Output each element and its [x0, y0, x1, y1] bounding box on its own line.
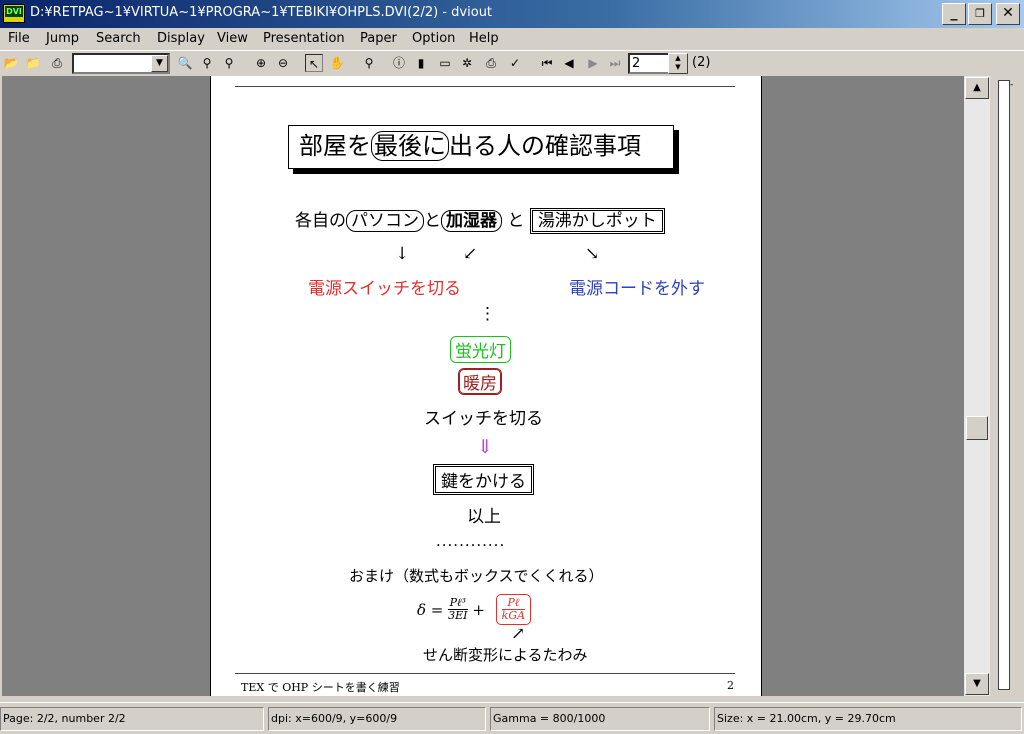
window-icon[interactable]: ▭	[436, 54, 454, 72]
header-rule	[235, 86, 735, 87]
settings-icon[interactable]: ✲	[458, 54, 476, 72]
print-icon[interactable]: ⎙	[48, 54, 66, 72]
zoom-in-icon[interactable]: ⊕	[252, 54, 270, 72]
window-title: D:¥RETPAG~1¥VIRTUA~1¥PROGRA~1¥TEBIKI¥OHP…	[30, 5, 493, 20]
page-position-ruler[interactable]: -	[992, 76, 1024, 696]
arrow-southeast: ↘	[585, 244, 600, 264]
minimize-button[interactable]: _	[942, 3, 966, 25]
footer-rule	[235, 673, 735, 674]
arrow-northeast: ↗	[511, 624, 526, 644]
title-boxed: 最後に	[371, 131, 449, 161]
ruler-bar	[998, 80, 1010, 690]
fraction-bending: Pℓ³ 3EI	[448, 597, 468, 622]
title-post: 出る人の確認事項	[449, 132, 641, 160]
bookmark-icon[interactable]: ▮	[412, 54, 430, 72]
appliance-line: 各自の パソコンと加湿器 と 湯沸かしポット	[295, 207, 665, 235]
heater-box: 暖房	[458, 368, 502, 395]
conjunction: と	[424, 211, 441, 231]
status-page: Page: 2/2, number 2/2	[0, 707, 264, 731]
find-icon[interactable]: ⚲	[198, 54, 216, 72]
chevron-down-icon[interactable]: ▼	[151, 55, 168, 72]
vertical-ellipsis: ⋮	[479, 304, 496, 324]
page-title: 部屋を 最後に 出る人の確認事項	[288, 125, 674, 169]
appliance-intro: 各自の	[295, 211, 346, 231]
conjunction: と	[507, 211, 525, 231]
scroll-down-button[interactable]: ▼	[965, 673, 989, 695]
ruler-marks: -	[1010, 80, 1014, 90]
page-number-input[interactable]: 2	[628, 53, 670, 74]
fraction-denominator: kGA	[501, 609, 526, 622]
status-dpi: dpi: x=600/9, y=600/9	[268, 707, 486, 731]
title-pre: 部屋を	[299, 132, 371, 160]
end-text: 以上	[467, 507, 501, 527]
fluorescent-box: 蛍光灯	[450, 336, 511, 363]
scroll-thumb[interactable]	[966, 416, 988, 440]
pc-box: パソコン	[346, 210, 424, 232]
menu-option[interactable]: Option	[412, 31, 455, 46]
menu-file[interactable]: File	[8, 31, 30, 46]
footer-page-number: 2	[727, 679, 734, 692]
kettle-box: 湯沸かしポット	[529, 208, 665, 234]
close-button[interactable]: ✕	[996, 3, 1020, 25]
shear-caption: せん断変形によるたわみ	[423, 646, 588, 664]
arrow-southwest: ↙	[463, 244, 478, 264]
title-bar: DVI D:¥RETPAG~1¥VIRTUA~1¥PROGRA~1¥TEBIKI…	[0, 0, 1024, 28]
dvi-page: 部屋を 最後に 出る人の確認事項 各自の パソコンと加湿器 と 湯沸かしポット ↓ ↙…	[210, 76, 762, 696]
footer-title: TEX で OHP シートを書く練習	[241, 681, 400, 694]
menu-presentation[interactable]: Presentation	[263, 31, 345, 46]
status-size: Size: x = 21.00cm, y = 29.70cm	[714, 707, 1022, 731]
lock-door-box: 鍵をかける	[433, 464, 534, 495]
reopen-folder-icon[interactable]: 📁	[24, 54, 42, 72]
plus-sign: +	[472, 600, 485, 619]
page-total: (2)	[692, 55, 711, 70]
unplug-blue-text: 電源コードを外す	[569, 279, 705, 299]
restore-button[interactable]: ❐	[968, 3, 992, 25]
dviout-app-icon[interactable]: DVI	[3, 4, 25, 23]
switch-off-text: スイッチを切る	[424, 409, 543, 429]
open-folder-icon[interactable]: 📂	[2, 54, 20, 72]
vertical-scrollbar[interactable]: ▲ ▼	[964, 76, 990, 696]
menu-view[interactable]: View	[217, 31, 248, 46]
scroll-up-button[interactable]: ▲	[965, 77, 989, 99]
last-page-icon[interactable]: ⏭	[606, 54, 624, 72]
fraction-shear-box: Pℓ kGA	[495, 594, 532, 625]
loupe-icon[interactable]: ⚲	[360, 54, 378, 72]
dot-leader: ............	[436, 532, 506, 550]
select-pointer-icon[interactable]: ↖	[305, 54, 323, 72]
double-arrow-down: ⇓	[477, 436, 493, 458]
toolbar: 📂 📁 ⎙ ▼ 🔍 ⚲ ⚲ ⊕ ⊖ ↖ ✋ ⚲ ⓘ ▮ ▭ ✲ ⎙ ✓ ⏮ ◀ …	[0, 50, 1024, 75]
first-page-icon[interactable]: ⏮	[538, 54, 556, 72]
menu-jump[interactable]: Jump	[46, 31, 79, 46]
find-next-icon[interactable]: ⚲	[220, 54, 238, 72]
zoom-combo[interactable]: ▼	[72, 53, 170, 74]
menu-search[interactable]: Search	[96, 31, 141, 46]
status-gamma: Gamma = 800/1000	[490, 707, 710, 731]
switch-off-red-text: 電源スイッチを切る	[308, 279, 461, 299]
menu-bar: File Jump Search Display View Presentati…	[0, 28, 1024, 49]
menu-paper[interactable]: Paper	[360, 31, 397, 46]
info-icon[interactable]: ⓘ	[390, 54, 408, 72]
printer-setup-icon[interactable]: ⎙	[482, 54, 500, 72]
menu-help[interactable]: Help	[469, 31, 499, 46]
document-viewport[interactable]: 部屋を 最後に 出る人の確認事項 各自の パソコンと加湿器 と 湯沸かしポット ↓ ↙…	[2, 76, 964, 696]
prev-page-icon[interactable]: ◀	[560, 54, 578, 72]
zoom-out-icon[interactable]: ⊖	[274, 54, 292, 72]
bonus-text: おまけ（数式もボックスでくくれる）	[349, 567, 604, 585]
check-icon[interactable]: ✓	[506, 54, 524, 72]
next-page-icon[interactable]: ▶	[584, 54, 602, 72]
humidifier-box: 加湿器	[441, 210, 502, 232]
status-bar: Page: 2/2, number 2/2 dpi: x=600/9, y=60…	[0, 702, 1024, 734]
page-spinner[interactable]: ▲ ▼	[668, 53, 688, 74]
fraction-denominator: 3EI	[448, 609, 468, 622]
formula: δ = Pℓ³ 3EI + Pℓ kGA	[417, 594, 532, 625]
arrow-down: ↓	[395, 244, 410, 264]
menu-display[interactable]: Display	[157, 31, 205, 46]
formula-delta: δ =	[417, 600, 444, 619]
preview-icon[interactable]: 🔍	[176, 54, 194, 72]
hand-icon[interactable]: ✋	[328, 54, 346, 72]
